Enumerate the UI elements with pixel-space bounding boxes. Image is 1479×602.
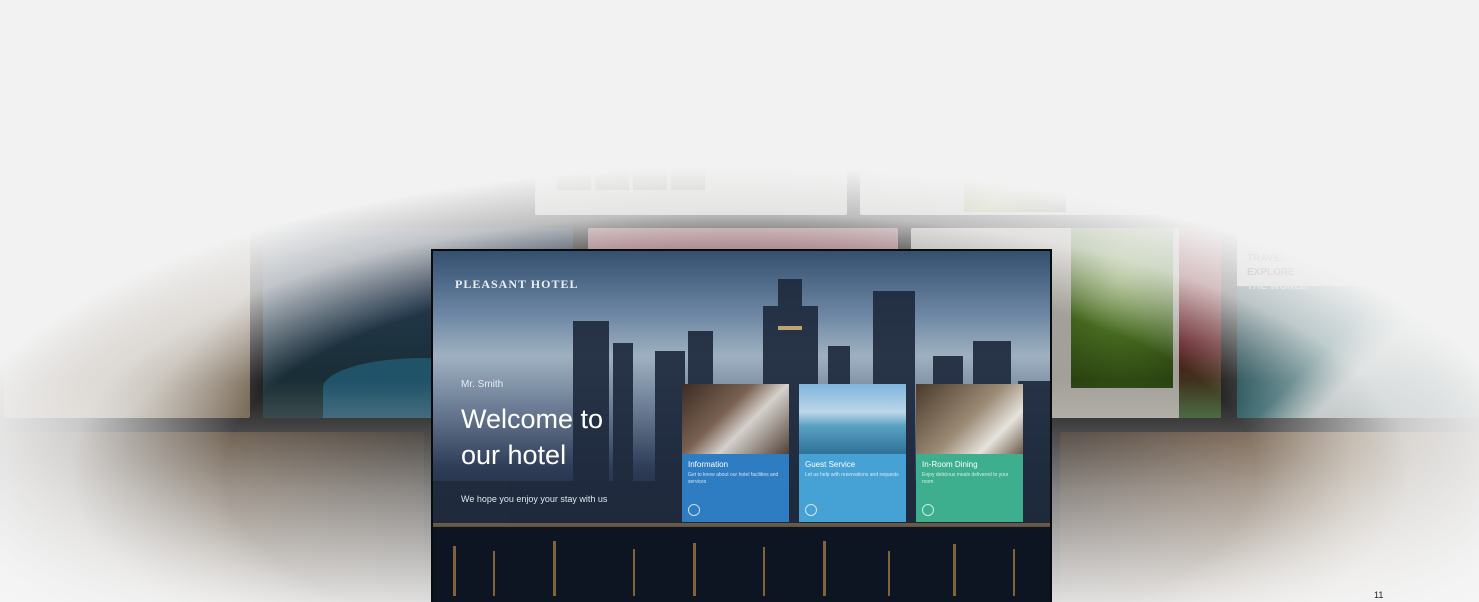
card-guest-service[interactable]: Guest Service Let us help with reservati… <box>799 384 906 522</box>
sidebar-active-item <box>1189 120 1244 130</box>
drink-photo-left <box>860 94 962 152</box>
card-panel: In-Room Dining Enjoy delicious meals del… <box>916 454 1023 522</box>
strawberry-photo <box>1179 228 1221 418</box>
bedroom-photo <box>557 60 705 160</box>
card-photo <box>682 384 789 454</box>
welcome-heading: Welcome to our hotel <box>461 401 661 473</box>
promo-collage: MUSIC THEMATE 23°C PLEASANT SUITE ROOM S… <box>0 0 1479 602</box>
tile-title-bar: PLEASANT <box>535 20 847 34</box>
welcome-line-1: Welcome to <box>461 404 604 434</box>
menu-item-center: Kiwi Mojito <box>1000 106 1034 113</box>
tile-music-themate: MUSIC THEMATE 23°C <box>210 20 522 215</box>
tile-market <box>1060 432 1479 602</box>
arrow-circle-icon <box>688 504 700 516</box>
suite-heading: SUITE ROOM <box>727 70 804 84</box>
card-information[interactable]: Information Get to know about our hotel … <box>682 384 789 522</box>
menu-item-right: Mixed Berry Bowl <box>1090 166 1145 173</box>
tile-travel: TRAVEL- EXPLORE THE WORLD <box>1237 228 1479 418</box>
strawberry-logo: Strawberry <box>961 34 1069 60</box>
pasta-photo <box>1371 62 1479 142</box>
card-photo <box>799 384 906 454</box>
tile-italian-restaurant: WELCOME TO THE ITALIAN RESTAURANT <box>1183 20 1479 215</box>
card-description: Get to know about our hotel facilities a… <box>688 472 779 485</box>
menu-item-left: Strawberry Mojito <box>880 166 935 173</box>
card-panel: Guest Service Let us help with reservati… <box>799 454 906 522</box>
suite-text-lines <box>727 92 822 132</box>
welcome-line-2: our hotel <box>461 440 567 470</box>
card-in-room-dining[interactable]: In-Room Dining Enjoy delicious meals del… <box>916 384 1023 522</box>
tile-suite-room: PLEASANT SUITE ROOM <box>535 20 847 215</box>
thumbnail-strip <box>557 166 705 190</box>
card-panel: Information Get to know about our hotel … <box>682 454 789 522</box>
tile-title-bar: MUSIC THEMATE <box>210 20 522 34</box>
tile-strawberry-menu: Strawberry BREAKFAST & BRUNCH Kiwi Mojit… <box>860 20 1170 215</box>
weather-panel: 23°C <box>330 63 406 193</box>
tile-lobby <box>4 432 424 602</box>
ocean-photo <box>1237 286 1479 418</box>
welcome-tagline: We hope you enjoy your stay with us <box>461 494 608 504</box>
tile-sunset-palms <box>4 20 196 215</box>
hotel-welcome-screen: PLEASANT HOTEL Mr. Smith Welcome to our … <box>433 251 1050 602</box>
palm-trees-graphic <box>4 67 196 215</box>
temperature-text: 23°C <box>344 113 389 135</box>
drink-photo-center <box>964 152 1066 212</box>
card-title: Information <box>688 460 729 469</box>
berry-bowl-photo <box>1066 94 1170 152</box>
food-panel <box>245 63 321 193</box>
page-number: 11 <box>1374 590 1384 600</box>
hotel-logo: PLEASANT HOTEL <box>455 277 579 291</box>
brown-panel <box>1316 136 1458 196</box>
tile-buffet <box>4 228 250 418</box>
apples-photo <box>1071 228 1173 388</box>
card-title: Guest Service <box>805 460 856 469</box>
italian-welcome: WELCOME TO THE ITALIAN RESTAURANT <box>1275 67 1340 92</box>
travel-heading: TRAVEL- EXPLORE THE WORLD <box>1247 253 1308 292</box>
strawberry-subtitle: BREAKFAST & BRUNCH <box>977 66 1053 72</box>
card-description: Let us help with reservations and reques… <box>805 472 899 478</box>
purple-sidebar <box>1183 20 1250 215</box>
arrow-circle-icon <box>805 504 817 516</box>
amenity-icons <box>735 148 815 164</box>
arrow-circle-icon <box>922 504 934 516</box>
card-title: In-Room Dining <box>922 460 978 469</box>
house-panel <box>415 63 491 193</box>
card-photo <box>916 384 1023 454</box>
guest-name: Mr. Smith <box>461 379 504 390</box>
card-description: Enjoy delicious meals delivered to your … <box>922 472 1009 485</box>
